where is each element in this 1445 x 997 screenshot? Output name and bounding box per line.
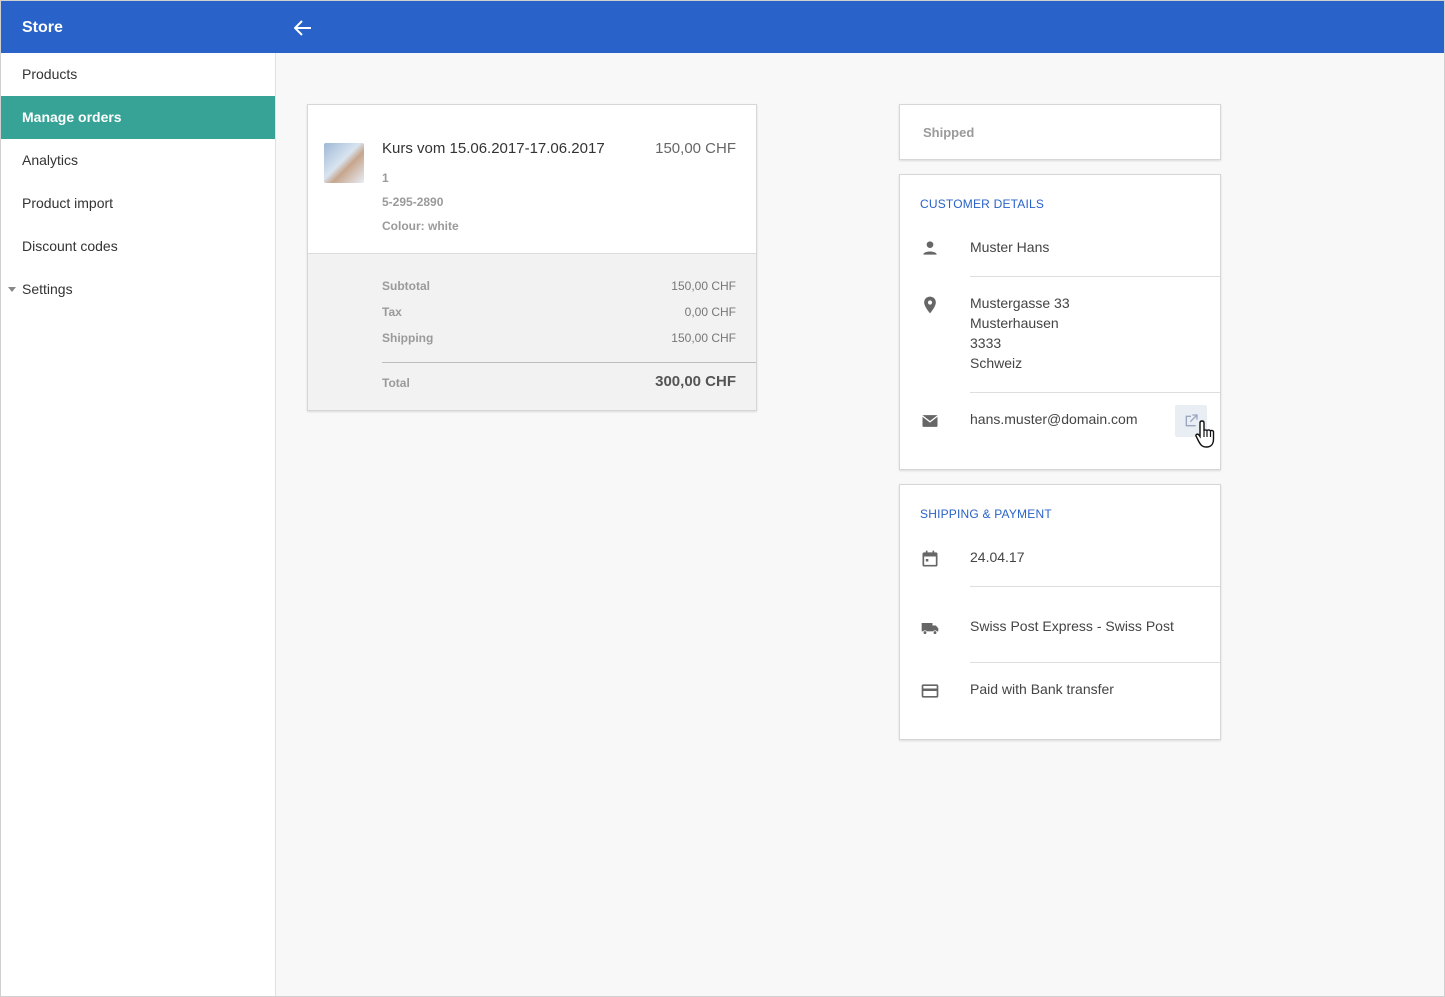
product-thumbnail: [324, 143, 364, 183]
item-variant: Colour: white: [382, 219, 459, 233]
sidebar-item-label: Settings: [22, 281, 73, 297]
total-label: Total: [382, 376, 410, 390]
sidebar-item-settings[interactable]: Settings: [1, 268, 275, 311]
payment-method: Paid with Bank transfer: [970, 681, 1114, 697]
subtotal-value: 150,00 CHF: [671, 279, 736, 293]
customer-details-title: CUSTOMER DETAILS: [920, 197, 1045, 211]
customer-name: Muster Hans: [970, 239, 1050, 255]
address-line-country: Schweiz: [970, 355, 1023, 371]
order-summary: Subtotal 150,00 CHF Tax 0,00 CHF Shippin…: [308, 253, 756, 410]
divider: [970, 586, 1220, 587]
top-app-bar: Store: [1, 1, 1444, 53]
sidebar-item-label: Products: [22, 66, 78, 82]
sidebar-item-product-import[interactable]: Product import: [1, 182, 275, 225]
arrow-left-icon: [294, 20, 311, 36]
divider: [970, 392, 1220, 393]
person-icon: [923, 241, 937, 255]
sidebar-item-manage-orders[interactable]: Manage orders: [1, 96, 275, 139]
location-pin-icon: [924, 296, 936, 314]
mail-icon: [922, 415, 938, 427]
divider: [970, 276, 1220, 277]
sidebar-item-label: Analytics: [22, 152, 79, 168]
tax-label: Tax: [382, 305, 402, 319]
customer-email: hans.muster@domain.com: [970, 411, 1138, 427]
total-value: 300,00 CHF: [655, 373, 736, 390]
sidebar-item-label: Manage orders: [22, 109, 122, 125]
hand-cursor-icon: [1195, 420, 1215, 448]
shipping-date: 24.04.17: [970, 549, 1025, 565]
shipping-value: 150,00 CHF: [671, 331, 736, 345]
order-items-card: Kurs vom 15.06.2017-17.06.2017 150,00 CH…: [307, 104, 757, 411]
sidebar-item-analytics[interactable]: Analytics: [1, 139, 275, 182]
sidebar-item-label: Discount codes: [22, 238, 118, 254]
item-title: Kurs vom 15.06.2017-17.06.2017: [382, 140, 605, 157]
summary-divider: [382, 362, 756, 363]
app-title: Store: [22, 19, 63, 36]
address-line-city: Musterhausen: [970, 315, 1059, 331]
tax-value: 0,00 CHF: [684, 305, 736, 319]
item-price: 150,00 CHF: [655, 140, 736, 157]
shipping-payment-card: SHIPPING & PAYMENT 24.04.17 Swiss Post E…: [899, 484, 1221, 740]
subtotal-label: Subtotal: [382, 279, 430, 293]
address-line-zip: 3333: [970, 335, 1002, 351]
item-sku: 5-295-2890: [382, 195, 444, 209]
sidebar: Products Manage orders Analytics Product…: [1, 53, 276, 996]
shipping-label: Shipping: [382, 331, 434, 345]
order-status-field[interactable]: Shipped: [899, 104, 1221, 160]
sidebar-item-products[interactable]: Products: [1, 53, 275, 96]
status-value: Shipped: [923, 125, 975, 140]
shipping-payment-title: SHIPPING & PAYMENT: [920, 507, 1052, 521]
divider: [970, 662, 1220, 663]
truck-icon: [921, 623, 939, 635]
caret-down-icon[interactable]: [8, 287, 16, 292]
customer-details-card: CUSTOMER DETAILS Muster Hans Mustergasse…: [899, 174, 1221, 470]
address-line-street: Mustergasse 33: [970, 295, 1070, 311]
item-quantity: 1: [382, 171, 389, 185]
sidebar-item-discount-codes[interactable]: Discount codes: [1, 225, 275, 268]
calendar-icon: [922, 550, 938, 567]
shipping-method: Swiss Post Express - Swiss Post: [970, 618, 1174, 634]
credit-card-icon: [921, 684, 939, 698]
sidebar-item-label: Product import: [22, 195, 114, 211]
back-button[interactable]: [289, 15, 317, 41]
